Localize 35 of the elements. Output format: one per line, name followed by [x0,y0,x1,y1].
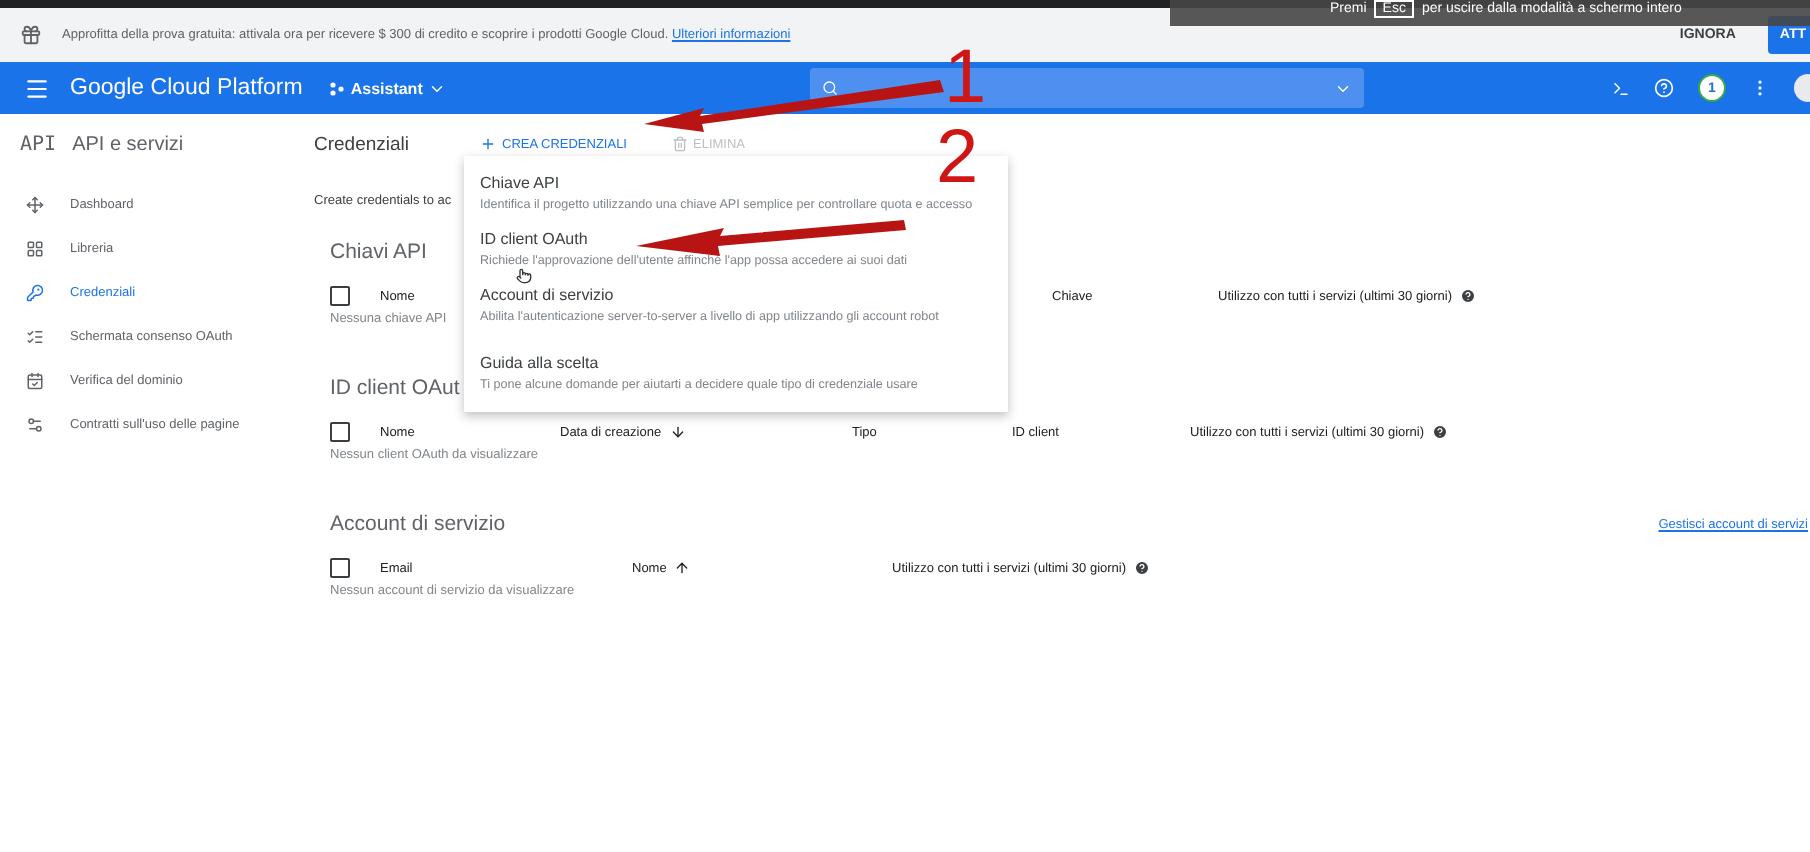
checklist-icon [26,327,44,345]
plus-icon [480,136,496,152]
search-icon [822,80,839,96]
help-icon[interactable] [1134,560,1151,576]
trash-icon [671,136,687,152]
section-title: Chiavi API [330,240,427,264]
menu-icon[interactable] [24,75,50,101]
settings-icon [26,415,44,433]
project-selector[interactable]: Assistant [330,79,447,97]
key-icon [26,283,44,301]
annotation-number: 2 [936,120,979,196]
calendar-check-icon [26,371,44,389]
sidebar-title: API e servizi [72,133,184,155]
move-icon [26,195,44,213]
help-icon[interactable] [1654,78,1674,98]
page-title: Credenziali [314,133,412,155]
menu-item-title: Guida alla scelta [480,354,601,372]
checkbox[interactable] [330,558,350,578]
project-icon [330,81,345,95]
menu-item-title: ID client OAuth [480,230,590,248]
terminal-icon[interactable] [1612,79,1630,97]
checkbox[interactable] [330,422,350,442]
menu-item-title: Account di servizio [480,286,616,304]
grid-icon [26,239,44,257]
checkbox[interactable] [330,286,350,306]
gift-icon [20,24,42,46]
hand-cursor-icon [516,268,532,284]
annotation-number: 1 [944,40,987,116]
api-logo: API [20,133,57,155]
section-title: Account di servizio [330,512,506,536]
menu-item-title: Chiave API [480,174,562,192]
help-icon[interactable] [1432,424,1449,440]
app-title: Google Cloud Platform [70,76,303,100]
help-icon[interactable] [1460,288,1477,304]
section-title: ID client OAut [330,376,460,400]
